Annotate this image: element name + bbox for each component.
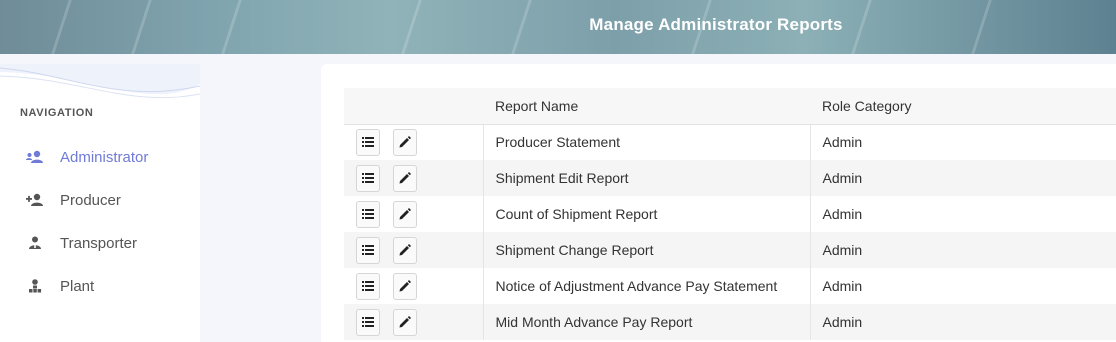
table-row: Shipment Change Report Admin xyxy=(344,232,1116,268)
row-actions xyxy=(344,196,484,232)
row-actions xyxy=(344,160,484,196)
role-category-cell: Admin xyxy=(810,304,1116,340)
reports-panel: Report Name Role Category Producer State… xyxy=(321,64,1116,342)
list-icon xyxy=(362,173,374,183)
role-category-cell: Admin xyxy=(810,160,1116,196)
column-header-actions xyxy=(344,88,483,125)
sidebar-item-transporter[interactable]: Transporter xyxy=(26,232,137,254)
pencil-icon xyxy=(399,208,411,220)
pencil-icon xyxy=(399,280,411,292)
sidebar-item-label: Administrator xyxy=(60,148,149,166)
view-list-button[interactable] xyxy=(356,128,380,156)
sidebar-item-producer[interactable]: Producer xyxy=(26,189,121,211)
sidebar-item-label: Plant xyxy=(60,277,95,295)
table-row: Producer Statement Admin xyxy=(344,124,1116,160)
report-name-cell: Producer Statement xyxy=(483,124,811,160)
report-name-cell: Count of Shipment Report xyxy=(483,196,811,232)
nav-heading: NAVIGATION xyxy=(20,107,94,119)
column-header-role-category[interactable]: Role Category xyxy=(810,88,1116,125)
table-row: Count of Shipment Report Admin xyxy=(344,196,1116,232)
list-icon xyxy=(362,245,374,255)
reports-table: Report Name Role Category Producer State… xyxy=(344,88,1116,340)
sidebar-item-label: Producer xyxy=(60,191,121,209)
sidebar-item-label: Transporter xyxy=(60,234,137,252)
header-banner: Manage Administrator Reports xyxy=(0,0,1116,54)
report-name-cell: Shipment Change Report xyxy=(483,232,811,268)
sidebar: NAVIGATION Administrator Producer Transp… xyxy=(0,64,200,342)
user-tie-icon xyxy=(26,235,46,251)
role-category-cell: Admin xyxy=(822,206,863,222)
edit-button[interactable] xyxy=(392,272,417,300)
edit-button[interactable] xyxy=(392,236,417,264)
list-icon xyxy=(362,209,374,219)
view-list-button[interactable] xyxy=(356,308,380,336)
list-icon xyxy=(362,281,374,291)
list-icon xyxy=(362,317,374,327)
row-actions xyxy=(344,124,484,160)
edit-button[interactable] xyxy=(392,308,417,336)
view-list-button[interactable] xyxy=(356,272,380,300)
role-category-cell: Admin xyxy=(822,278,863,294)
page-title: Manage Administrator Reports xyxy=(589,15,843,34)
role-category-cell: Admin xyxy=(810,232,1116,268)
table-row: Shipment Edit Report Admin xyxy=(344,160,1116,196)
row-actions xyxy=(344,304,484,340)
user-sitemap-icon xyxy=(26,278,46,294)
edit-button[interactable] xyxy=(392,128,417,156)
table-row: Notice of Adjustment Advance Pay Stateme… xyxy=(344,268,1116,304)
edit-button[interactable] xyxy=(392,200,417,228)
pencil-icon xyxy=(399,244,411,256)
sidebar-item-plant[interactable]: Plant xyxy=(26,275,94,297)
view-list-button[interactable] xyxy=(356,200,380,228)
table-header-row: Report Name Role Category xyxy=(344,88,1116,125)
role-category-cell: Admin xyxy=(822,134,863,151)
report-name-cell: Mid Month Advance Pay Report xyxy=(483,304,811,340)
pencil-icon xyxy=(399,136,411,148)
table-row: Mid Month Advance Pay Report Admin xyxy=(344,304,1116,340)
list-icon xyxy=(362,137,374,148)
edit-button[interactable] xyxy=(392,164,417,192)
report-name-cell: Notice of Adjustment Advance Pay Stateme… xyxy=(483,268,811,304)
pencil-icon xyxy=(399,316,411,328)
user-plus-icon xyxy=(26,192,46,208)
column-header-report-name[interactable]: Report Name xyxy=(483,88,810,125)
row-actions xyxy=(344,268,484,304)
view-list-button[interactable] xyxy=(356,164,380,192)
user-group-icon xyxy=(26,149,46,165)
report-name-cell: Shipment Edit Report xyxy=(483,160,811,196)
sidebar-item-administrator[interactable]: Administrator xyxy=(26,146,148,168)
row-actions xyxy=(344,232,484,268)
pencil-icon xyxy=(399,172,411,184)
view-list-button[interactable] xyxy=(356,236,380,264)
